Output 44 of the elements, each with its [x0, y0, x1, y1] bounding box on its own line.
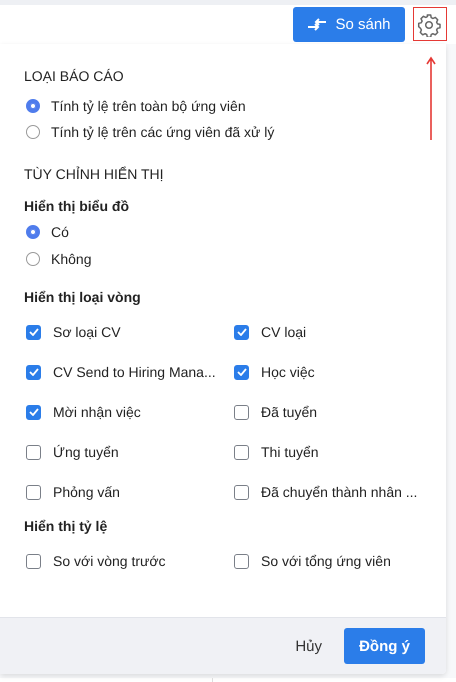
radio-button[interactable] — [26, 225, 40, 239]
settings-icon — [417, 12, 441, 36]
radio-button[interactable] — [26, 125, 40, 139]
option-label: Tính tỷ lệ trên các ứng viên đã xử lý — [51, 124, 274, 140]
checkbox[interactable] — [234, 444, 249, 460]
confirm-button[interactable]: Đồng ý — [344, 628, 425, 664]
checkbox-label: Đã tuyển — [261, 404, 318, 420]
highlight-box — [413, 7, 447, 41]
checkbox[interactable] — [26, 554, 41, 568]
compare-button[interactable]: So sánh — [293, 7, 405, 42]
swap-arrows-icon — [307, 18, 328, 32]
checkbox-label: Mời nhận việc — [53, 404, 141, 420]
checkbox-label: Đã chuyển thành nhân ... — [261, 484, 418, 500]
group-title: Hiển thị loại vòng — [24, 288, 142, 307]
button-label: So sánh — [335, 16, 391, 33]
section-title: TÙY CHỈNH HIỂN THỊ — [24, 165, 164, 184]
group-title: Hiển thị tỷ lệ — [24, 517, 108, 536]
checkbox[interactable] — [26, 444, 41, 460]
option-label: Không — [51, 251, 92, 267]
radio-button[interactable] — [26, 99, 40, 113]
radio-button[interactable] — [26, 252, 40, 266]
checkbox-label: Phỏng vấn — [53, 484, 120, 500]
checkbox[interactable] — [234, 324, 249, 340]
checkbox[interactable] — [26, 404, 41, 420]
checkbox-label: Học việc — [261, 364, 315, 380]
section-title: LOẠI BÁO CÁO — [24, 67, 125, 86]
checkbox[interactable] — [234, 484, 249, 500]
option-label: Tính tỷ lệ trên toàn bộ ứng viên — [51, 98, 246, 114]
checkbox-label: Ứng tuyển — [53, 444, 119, 460]
option-label: Có — [51, 224, 69, 240]
checkbox[interactable] — [26, 324, 41, 340]
checkbox-label: CV loại — [261, 324, 306, 340]
checkbox-label: Thi tuyển — [261, 444, 319, 460]
checkbox[interactable] — [234, 404, 249, 420]
cancel-button[interactable]: Hủy — [291, 634, 326, 658]
checkbox-label: CV Send to Hiring Mana... — [53, 364, 216, 380]
checkbox-label: Sơ loại CV — [53, 324, 121, 340]
group-title: Hiển thị biểu đồ — [24, 197, 130, 216]
checkbox-label: So với tổng ứng viên — [261, 553, 391, 569]
checkbox[interactable] — [234, 554, 249, 568]
checkbox-label: So với vòng trước — [53, 553, 166, 569]
checkbox[interactable] — [234, 364, 249, 380]
checkbox[interactable] — [26, 484, 41, 500]
checkbox[interactable] — [26, 364, 41, 380]
